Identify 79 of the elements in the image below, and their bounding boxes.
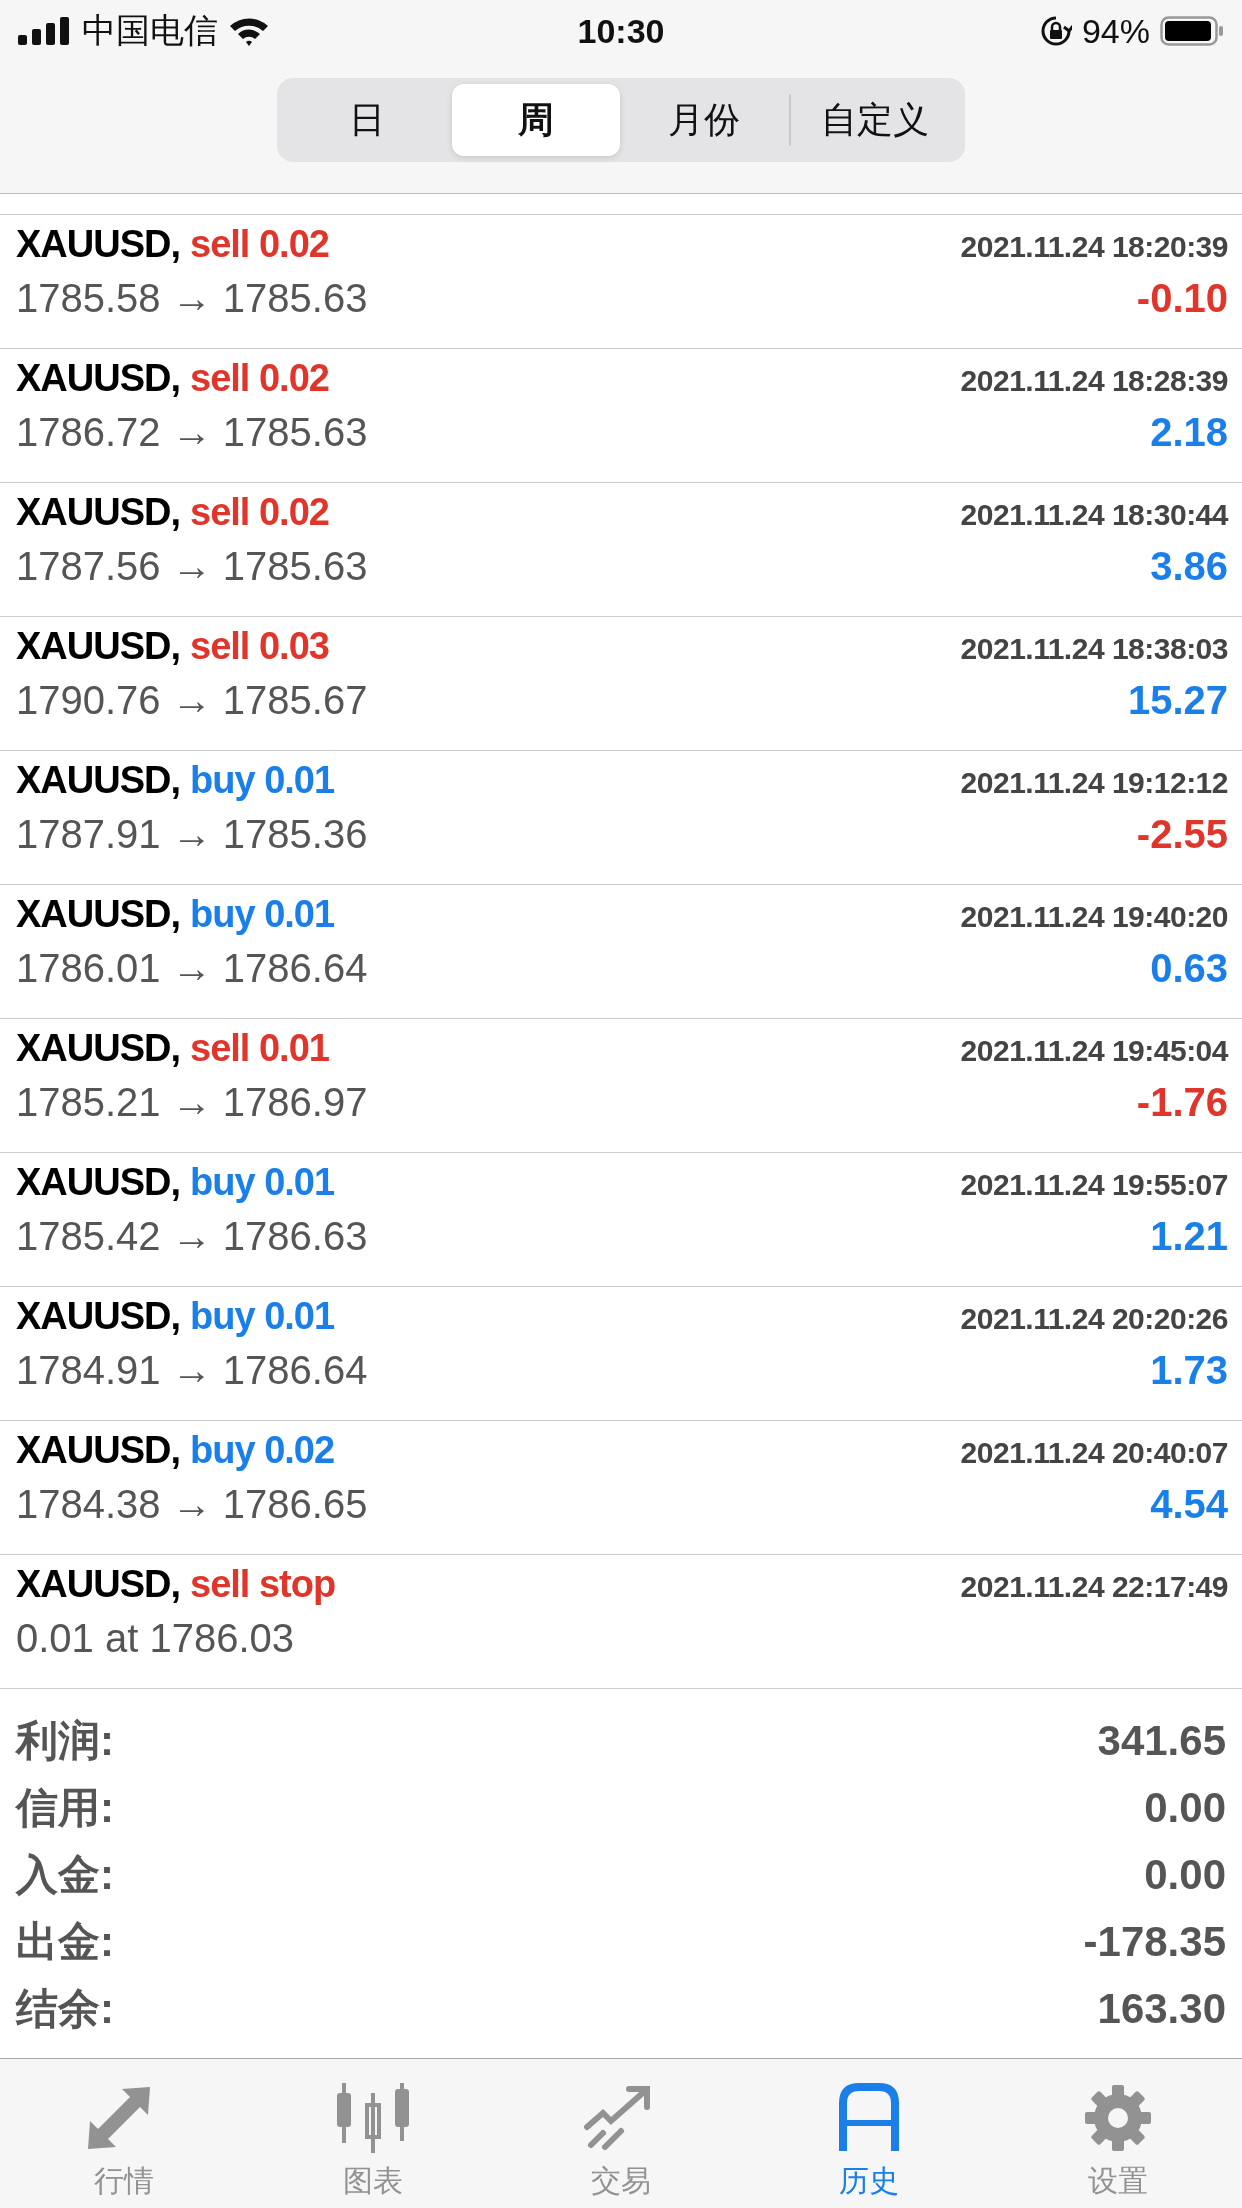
deal-symbol: XAUUSD, xyxy=(16,759,181,802)
deal-symbol: XAUUSD, xyxy=(16,491,181,534)
deal-time: 2021.11.24 20:20:26 xyxy=(960,1302,1228,1336)
deal-profit: 15.27 xyxy=(1127,678,1228,723)
deal-type: buy 0.01 xyxy=(190,1161,335,1204)
deal-symbol: XAUUSD, xyxy=(16,1161,181,1204)
deal-time: 2021.11.24 18:30:44 xyxy=(960,498,1228,532)
summary-label: 出金: xyxy=(16,1916,114,1967)
deal-symbol: XAUUSD, xyxy=(16,1563,181,1606)
deal-symbol: XAUUSD, xyxy=(16,1429,181,1472)
period-tab[interactable]: 自定义 xyxy=(790,84,959,156)
deal-type: sell 0.02 xyxy=(190,223,329,266)
deal-prices: 1784.91 → 1786.64 xyxy=(16,1348,368,1393)
deal-prices: 0.01 at 1786.03 xyxy=(16,1616,295,1661)
deal-symbol: XAUUSD, xyxy=(16,1027,181,1070)
nav-tab[interactable]: 历史 xyxy=(745,2059,994,2208)
deal-profit: 3.86 xyxy=(1150,544,1228,589)
deal-profit: 0.63 xyxy=(1150,946,1228,991)
deal-prices: 1787.56 → 1785.63 xyxy=(16,544,368,589)
deal-profit: -2.55 xyxy=(1136,812,1228,857)
deal-symbol: XAUUSD, xyxy=(16,625,181,668)
deal-symbol: XAUUSD, xyxy=(16,223,181,266)
signal-icon xyxy=(18,17,72,45)
deal-time: 2021.11.24 18:28:39 xyxy=(960,364,1228,398)
deal-prices: 1786.01 → 1786.64 xyxy=(16,946,368,991)
status-time: 10:30 xyxy=(577,11,665,51)
summary-label: 信用: xyxy=(16,1782,114,1833)
summary-label: 结余: xyxy=(16,1983,114,2034)
deal-prices: 1784.38 → 1786.65 xyxy=(16,1482,368,1527)
deal-time: 2021.11.24 18:38:03 xyxy=(960,632,1228,666)
deal-prices: 1787.91 → 1785.36 xyxy=(16,812,368,857)
deal-profit: 1.21 xyxy=(1150,1214,1228,1259)
carrier-name: 中国电信 xyxy=(82,10,218,51)
nav-tab[interactable]: 设置 xyxy=(993,2059,1242,2208)
deal-type: sell 0.03 xyxy=(190,625,329,668)
battery-icon xyxy=(1160,16,1224,46)
deal-time: 2021.11.24 20:40:07 xyxy=(960,1436,1228,1470)
period-tab[interactable]: 周 xyxy=(451,84,620,156)
deal-time: 2021.11.24 19:55:07 xyxy=(960,1168,1228,1202)
battery-percent: 94% xyxy=(1081,11,1150,51)
deal-type: buy 0.02 xyxy=(190,1429,335,1472)
summary-value: 0.00 xyxy=(1144,1783,1226,1832)
deal-profit: 1.73 xyxy=(1150,1348,1228,1393)
nav-tab[interactable]: 图表 xyxy=(248,2059,497,2208)
nav-tab[interactable]: 交易 xyxy=(496,2059,746,2208)
deal-type: buy 0.01 xyxy=(190,1295,335,1338)
summary-value: -178.35 xyxy=(1083,1917,1226,1966)
deal-type: sell 0.02 xyxy=(190,491,329,534)
period-tab[interactable]: 月份 xyxy=(620,84,789,156)
deal-prices: 1785.58 → 1785.63 xyxy=(16,276,368,321)
deal-profit: -0.10 xyxy=(1136,276,1228,321)
rotation-lock-icon xyxy=(1039,15,1072,47)
summary-value: 341.65 xyxy=(1097,1716,1226,1765)
summary-value: 163.30 xyxy=(1097,1984,1226,2033)
summary-label: 利润: xyxy=(16,1715,114,1766)
summary-value: 0.00 xyxy=(1144,1850,1226,1899)
deal-symbol: XAUUSD, xyxy=(16,1295,181,1338)
deal-prices: 1785.21 → 1786.97 xyxy=(16,1080,368,1125)
deal-profit: 2.18 xyxy=(1150,410,1228,455)
deal-type: sell 0.02 xyxy=(190,357,329,400)
deal-symbol: XAUUSD, xyxy=(16,357,181,400)
deal-type: sell 0.01 xyxy=(190,1027,329,1070)
deal-type: buy 0.01 xyxy=(190,893,335,936)
deal-time: 2021.11.24 19:45:04 xyxy=(960,1034,1228,1068)
deal-prices: 1786.72 → 1785.63 xyxy=(16,410,368,455)
deal-symbol: XAUUSD, xyxy=(16,893,181,936)
deal-time: 2021.11.24 19:12:12 xyxy=(960,766,1228,800)
deal-type: sell stop xyxy=(190,1563,336,1606)
deal-time: 2021.11.24 18:20:39 xyxy=(960,230,1228,264)
deal-time: 2021.11.24 22:17:49 xyxy=(960,1570,1228,1604)
period-tab[interactable]: 日 xyxy=(283,84,452,156)
deal-time: 2021.11.24 19:40:20 xyxy=(960,900,1228,934)
summary-label: 入金: xyxy=(16,1849,114,1900)
deal-profit: -1.76 xyxy=(1136,1080,1228,1125)
deal-type: buy 0.01 xyxy=(190,759,335,802)
nav-tab[interactable]: 行情 xyxy=(0,2059,249,2208)
deal-profit: 4.54 xyxy=(1150,1482,1228,1527)
deal-prices: 1790.76 → 1785.67 xyxy=(16,678,368,723)
deal-prices: 1785.42 → 1786.63 xyxy=(16,1214,368,1259)
